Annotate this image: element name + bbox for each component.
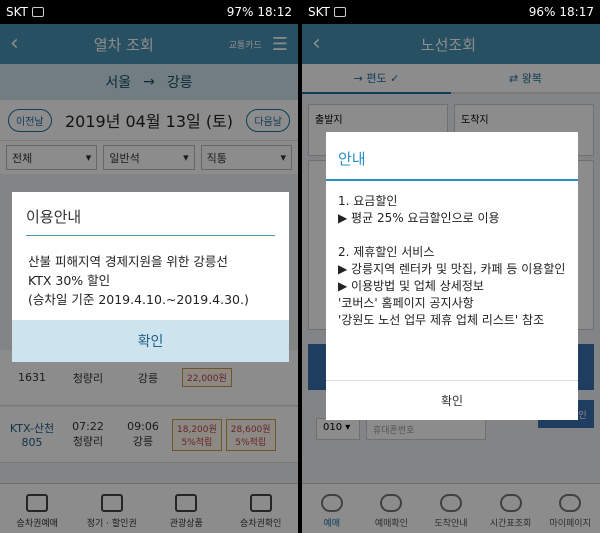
left-screen: SKT 97% 18:12 ‹ 열차 조회 교통카드 ☰ 서울 → 강릉 이전날… xyxy=(0,0,298,533)
battery-label: 97% xyxy=(226,5,254,19)
clock: 18:12 xyxy=(257,5,292,19)
battery-label: 96% xyxy=(528,5,556,19)
confirm-button[interactable]: 확인 xyxy=(12,320,289,362)
carrier-label: SKT xyxy=(6,5,28,19)
status-bar: SKT 96% 18:17 xyxy=(302,0,600,24)
status-bar: SKT 97% 18:12 xyxy=(0,0,298,24)
notice-dialog: 이용안내 산불 피해지역 경제지원을 위한 강릉선 KTX 30% 할인 (승차… xyxy=(12,192,289,362)
carrier-label: SKT xyxy=(308,5,330,19)
dialog-title: 안내 xyxy=(326,132,578,181)
gallery-icon xyxy=(31,7,44,17)
notice-dialog: 안내 1. 요금할인 ▶ 평균 25% 요금할인으로 이용 2. 제휴할인 서비… xyxy=(326,132,578,420)
clock: 18:17 xyxy=(559,5,594,19)
confirm-button[interactable]: 확인 xyxy=(326,380,578,420)
dialog-title: 이용안내 xyxy=(26,192,275,236)
dialog-body: 1. 요금할인 ▶ 평균 25% 요금할인으로 이용 2. 제휴할인 서비스 ▶… xyxy=(338,194,566,327)
right-screen: SKT 96% 18:17 ‹ 노선조회 → 편도 ✓ ⇄ 왕복 출발지 도착지… xyxy=(302,0,600,533)
gallery-icon xyxy=(333,7,346,17)
